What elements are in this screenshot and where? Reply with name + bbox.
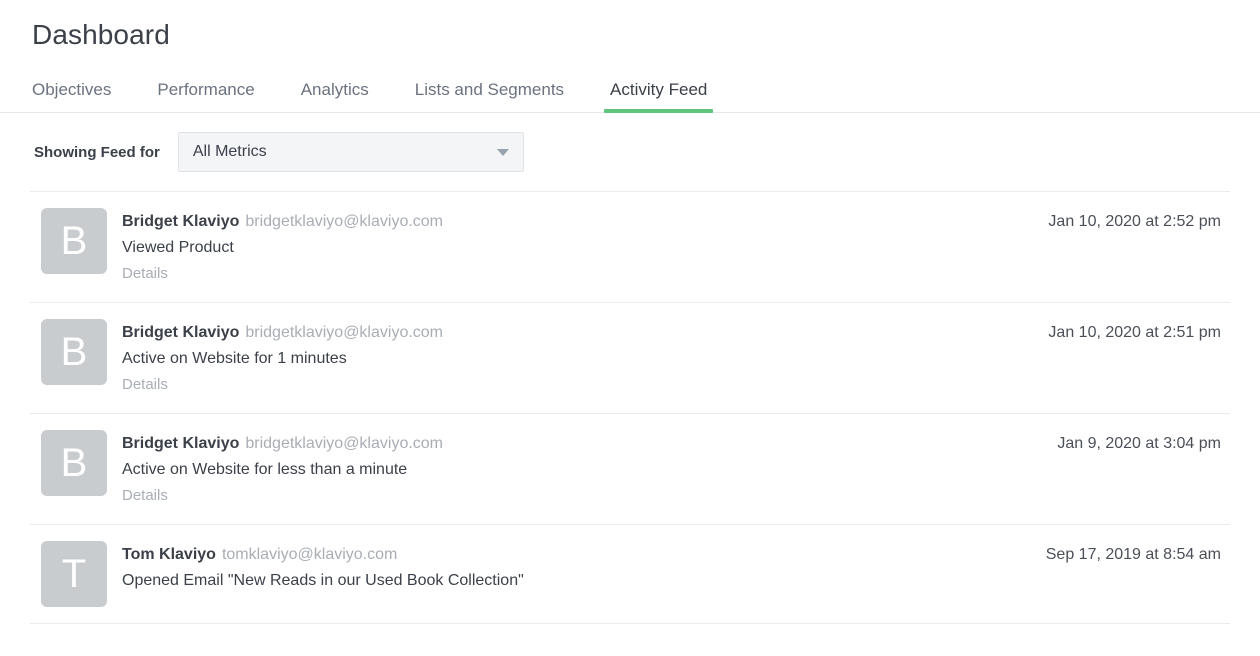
feed-row-action: Active on Website for 1 minutes xyxy=(122,346,1048,372)
tab-analytics[interactable]: Analytics xyxy=(301,80,369,112)
feed-row-timestamp: Sep 17, 2019 at 8:54 am xyxy=(1046,541,1230,566)
filter-row: Showing Feed for All Metrics xyxy=(0,113,1260,191)
tab-bar: Objectives Performance Analytics Lists and … xyxy=(0,72,1260,113)
feed-row-timestamp: Jan 9, 2020 at 3:04 pm xyxy=(1057,430,1230,455)
details-link[interactable]: Details xyxy=(122,262,168,286)
feed-row: B Bridget Klaviyo bridgetklaviyo@klaviyo.c… xyxy=(30,414,1230,525)
page-title: Dashboard xyxy=(32,0,1260,52)
feed-row: B Bridget Klaviyo bridgetklaviyo@klaviyo.c… xyxy=(30,303,1230,414)
person-email: bridgetklaviyo@klaviyo.com xyxy=(245,213,443,230)
showing-feed-for-label: Showing Feed for xyxy=(34,144,160,161)
feed-row-timestamp: Jan 10, 2020 at 2:52 pm xyxy=(1048,208,1230,233)
feed-row: B Bridget Klaviyo bridgetklaviyo@klaviyo.c… xyxy=(30,192,1230,303)
feed-row-body: Tom Klaviyo tomklaviyo@klaviyo.com Opened … xyxy=(122,541,1046,594)
metrics-select[interactable]: All Metrics xyxy=(178,132,524,172)
chevron-down-icon xyxy=(497,149,509,156)
feed-row: T Tom Klaviyo tomklaviyo@klaviyo.com Opened… xyxy=(30,525,1230,624)
details-link[interactable]: Details xyxy=(122,373,168,397)
avatar: B xyxy=(41,430,107,496)
feed-row-body: Bridget Klaviyo bridgetklaviyo@klaviyo.co… xyxy=(122,208,1048,286)
avatar: T xyxy=(41,541,107,607)
feed-row-identity: Tom Klaviyo tomklaviyo@klaviyo.com xyxy=(122,543,1046,566)
metrics-select-value: All Metrics xyxy=(179,133,267,171)
details-link[interactable]: Details xyxy=(122,484,168,508)
person-email: bridgetklaviyo@klaviyo.com xyxy=(245,324,443,341)
feed-row-action: Opened Email "New Reads in our Used Book… xyxy=(122,568,1046,594)
feed-row-action: Viewed Product xyxy=(122,235,1048,261)
tab-lists-and-segments[interactable]: Lists and Segments xyxy=(415,80,564,112)
feed-row-timestamp: Jan 10, 2020 at 2:51 pm xyxy=(1048,319,1230,344)
feed-row-identity: Bridget Klaviyo bridgetklaviyo@klaviyo.co… xyxy=(122,432,1057,455)
tab-performance[interactable]: Performance xyxy=(157,80,254,112)
person-name: Bridget Klaviyo xyxy=(122,213,239,230)
feed-row-identity: Bridget Klaviyo bridgetklaviyo@klaviyo.co… xyxy=(122,321,1048,344)
person-name: Bridget Klaviyo xyxy=(122,324,239,341)
page-header: Dashboard xyxy=(0,0,1260,52)
avatar: B xyxy=(41,319,107,385)
feed-row-body: Bridget Klaviyo bridgetklaviyo@klaviyo.co… xyxy=(122,319,1048,397)
activity-feed-list: B Bridget Klaviyo bridgetklaviyo@klaviyo.c… xyxy=(30,191,1230,624)
feed-row-body: Bridget Klaviyo bridgetklaviyo@klaviyo.co… xyxy=(122,430,1057,508)
tab-objectives[interactable]: Objectives xyxy=(32,80,111,112)
person-email: bridgetklaviyo@klaviyo.com xyxy=(245,435,443,452)
person-name: Tom Klaviyo xyxy=(122,546,216,563)
avatar: B xyxy=(41,208,107,274)
feed-row-action: Active on Website for less than a minute xyxy=(122,457,1057,483)
person-email: tomklaviyo@klaviyo.com xyxy=(222,546,397,563)
tab-activity-feed[interactable]: Activity Feed xyxy=(610,80,707,112)
person-name: Bridget Klaviyo xyxy=(122,435,239,452)
feed-row-identity: Bridget Klaviyo bridgetklaviyo@klaviyo.co… xyxy=(122,210,1048,233)
